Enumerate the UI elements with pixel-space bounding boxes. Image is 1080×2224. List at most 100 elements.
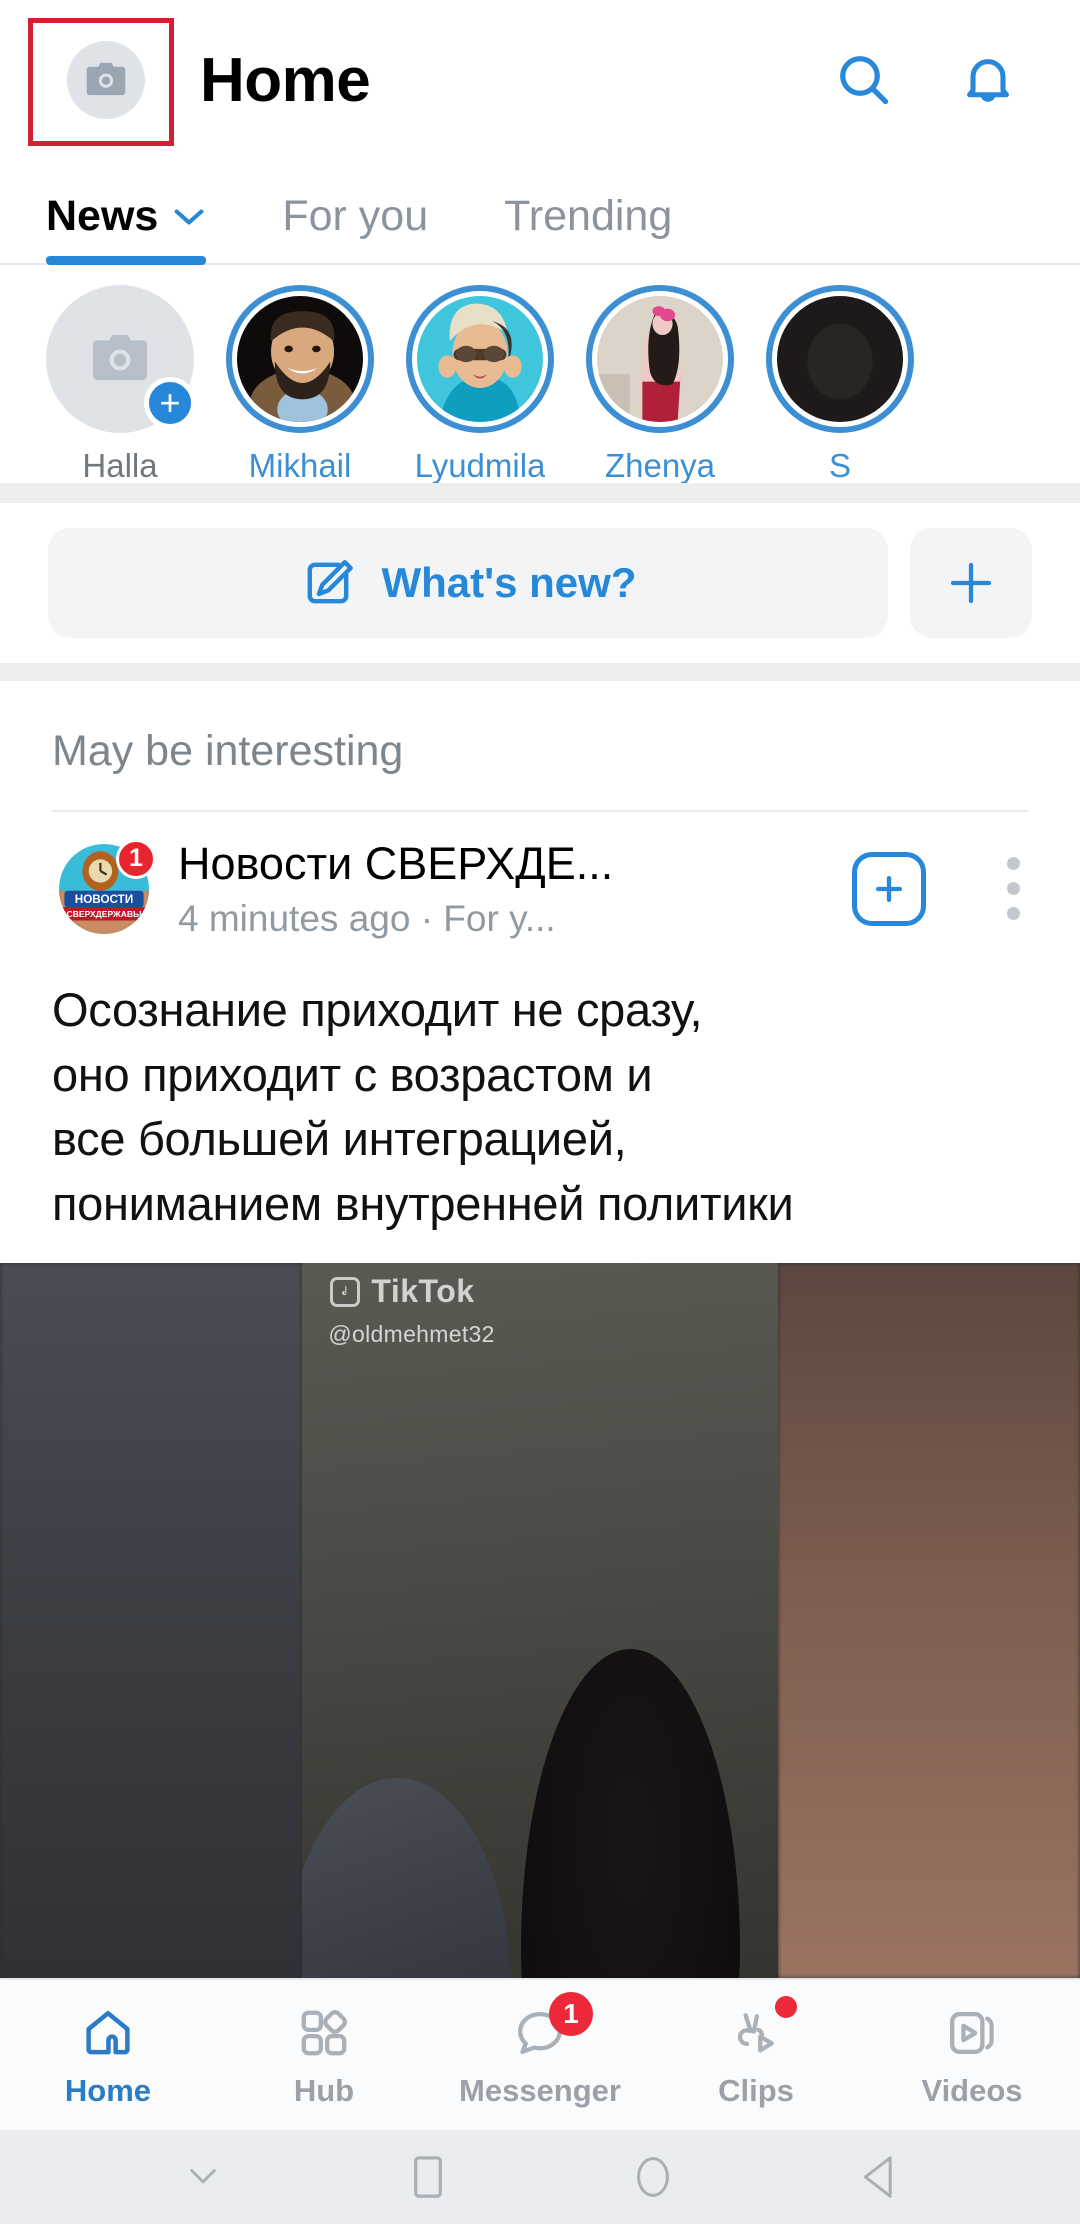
- post-meta: Новости СВЕРХДЕ... 4 minutes ago · For y…: [178, 838, 826, 940]
- section-divider: [0, 483, 1080, 503]
- back-triangle-icon[interactable]: [835, 2145, 921, 2209]
- media-blur-left: [0, 1263, 303, 1978]
- add-story-plus-badge[interactable]: +: [144, 377, 196, 429]
- story-name: Lyudmila: [414, 447, 546, 483]
- tiktok-logo-icon: [330, 1276, 361, 1307]
- bottom-navigation: Home Hub 1 Messenger Clips Videos: [0, 1978, 1080, 2130]
- app-screen: Home News For you Trending + Halla Mikha…: [0, 0, 1080, 2224]
- story-item-lyudmila[interactable]: Lyudmila: [390, 285, 570, 483]
- nav-item-videos[interactable]: Videos: [864, 2002, 1080, 2109]
- post-composer: What's new?: [0, 503, 1080, 663]
- hub-grid-icon: [291, 2002, 357, 2064]
- tiktok-watermark-label: TikTok: [371, 1273, 475, 1310]
- post-video-media[interactable]: TikTok @oldmehmet32: [0, 1263, 1080, 1978]
- camera-icon: [93, 335, 147, 381]
- recents-square-icon[interactable]: [385, 2145, 471, 2209]
- chat-bubble-icon: 1: [507, 1991, 593, 2064]
- tab-news-label: News: [46, 192, 159, 240]
- story-name: Zhenya: [604, 447, 716, 483]
- page-title: Home: [200, 45, 371, 115]
- story-ring[interactable]: [226, 285, 374, 433]
- messenger-unread-badge: 1: [549, 1991, 593, 2036]
- chevron-down-icon[interactable]: [172, 206, 206, 228]
- story-avatar-placeholder[interactable]: +: [46, 285, 196, 433]
- story-item-zhenya[interactable]: Zhenya: [570, 285, 750, 483]
- nav-item-messenger[interactable]: 1 Messenger: [432, 1991, 648, 2109]
- clips-notification-dot: [775, 1995, 797, 2018]
- tab-trending-label: Trending: [504, 192, 673, 240]
- post-more-menu-button[interactable]: [986, 857, 1040, 921]
- nav-label: Hub: [293, 2072, 355, 2108]
- svg-text:НОВОСТИ: НОВОСТИ: [75, 893, 133, 906]
- story-name: Halla: [82, 447, 158, 483]
- clips-icon: [723, 1995, 797, 2064]
- section-title: May be interesting: [52, 727, 404, 775]
- kebab-dot: [1006, 907, 1020, 921]
- nav-label: Clips: [718, 2072, 794, 2108]
- post-subtitle: 4 minutes ago · For y...: [178, 897, 556, 939]
- tiktok-handle: @oldmehmet32: [328, 1321, 495, 1348]
- story-avatar-photo: [237, 296, 363, 422]
- post-text-line: оно приходит с возрастом и: [52, 1047, 653, 1101]
- media-subject-shoulder: [302, 1777, 512, 1978]
- add-post-button[interactable]: [910, 528, 1032, 638]
- story-ring[interactable]: [586, 285, 734, 433]
- search-icon[interactable]: [830, 46, 898, 114]
- home-circle-icon[interactable]: [610, 2145, 696, 2209]
- story-name: Mikhail: [248, 447, 352, 483]
- plus-icon: [950, 562, 992, 604]
- plus-icon: [876, 875, 902, 902]
- app-header: Home: [0, 0, 1080, 160]
- story-item-partial[interactable]: S: [750, 285, 930, 483]
- media-blur-right: [777, 1263, 1080, 1978]
- story-avatar-photo: [777, 296, 903, 422]
- story-item-mikhail[interactable]: Mikhail: [210, 285, 390, 483]
- post-text-line: все большей интеграцией,: [52, 1112, 627, 1166]
- whats-new-label: What's new?: [381, 559, 637, 606]
- feed: May be interesting НОВОСТИ СВЕРХДЕРЖАВЫ …: [0, 681, 1080, 1978]
- nav-label: Home: [64, 2072, 152, 2108]
- nav-label: Messenger: [459, 2072, 621, 2108]
- nav-item-clips[interactable]: Clips: [648, 1995, 864, 2109]
- header-actions: [830, 46, 1040, 114]
- camera-placeholder-icon: [67, 41, 145, 119]
- story-ring[interactable]: [406, 285, 554, 433]
- section-divider: [0, 663, 1080, 681]
- tab-trending[interactable]: Trending: [504, 192, 672, 263]
- post-header: НОВОСТИ СВЕРХДЕРЖАВЫ 1 Новости СВЕРХДЕ..…: [0, 812, 1080, 940]
- nav-item-home[interactable]: Home: [0, 2002, 216, 2109]
- post-text: Осознание приходит не сразу, оно приходи…: [0, 940, 1080, 1237]
- camera-icon: [86, 62, 126, 96]
- home-icon: [75, 2002, 141, 2064]
- story-item-add[interactable]: + Halla: [30, 285, 210, 483]
- story-avatar-photo: [417, 296, 543, 422]
- nav-item-hub[interactable]: Hub: [216, 2002, 432, 2109]
- post-text-line: Осознание приходит не сразу,: [52, 982, 703, 1036]
- tab-news[interactable]: News: [46, 192, 207, 265]
- post-text-line: пониманием внутренней политики: [52, 1177, 794, 1231]
- media-subject-head: [520, 1649, 740, 1978]
- story-name: S: [828, 447, 851, 483]
- story-avatar-photo: [597, 296, 723, 422]
- bell-icon[interactable]: [954, 46, 1022, 114]
- feed-tabs: News For you Trending: [0, 160, 1080, 265]
- post-author-name[interactable]: Новости СВЕРХДЕ...: [178, 838, 826, 890]
- profile-avatar-button[interactable]: [58, 32, 154, 128]
- system-navigation-bar: [0, 2130, 1080, 2224]
- whats-new-button[interactable]: What's new?: [48, 528, 888, 638]
- stories-carousel[interactable]: + Halla Mikhail Lyudmila Zhenya S: [0, 265, 1080, 483]
- tiktok-watermark: TikTok: [330, 1273, 474, 1310]
- svg-text:СВЕРХДЕРЖАВЫ: СВЕРХДЕРЖАВЫ: [67, 909, 142, 919]
- kebab-dot: [1006, 882, 1020, 896]
- post-avatar-badge: 1: [116, 838, 156, 879]
- tab-for-you[interactable]: For you: [282, 192, 428, 263]
- video-card-icon: [939, 2002, 1005, 2064]
- post-avatar[interactable]: НОВОСТИ СВЕРХДЕРЖАВЫ 1: [56, 838, 156, 937]
- subscribe-button[interactable]: [852, 851, 926, 926]
- nav-label: Videos: [921, 2072, 1023, 2108]
- chevron-down-icon[interactable]: [160, 2145, 246, 2209]
- media-video-frame: TikTok @oldmehmet32: [302, 1263, 778, 1978]
- tab-for-you-label: For you: [282, 192, 429, 240]
- story-ring[interactable]: [766, 285, 914, 433]
- edit-pencil-icon: [307, 560, 353, 604]
